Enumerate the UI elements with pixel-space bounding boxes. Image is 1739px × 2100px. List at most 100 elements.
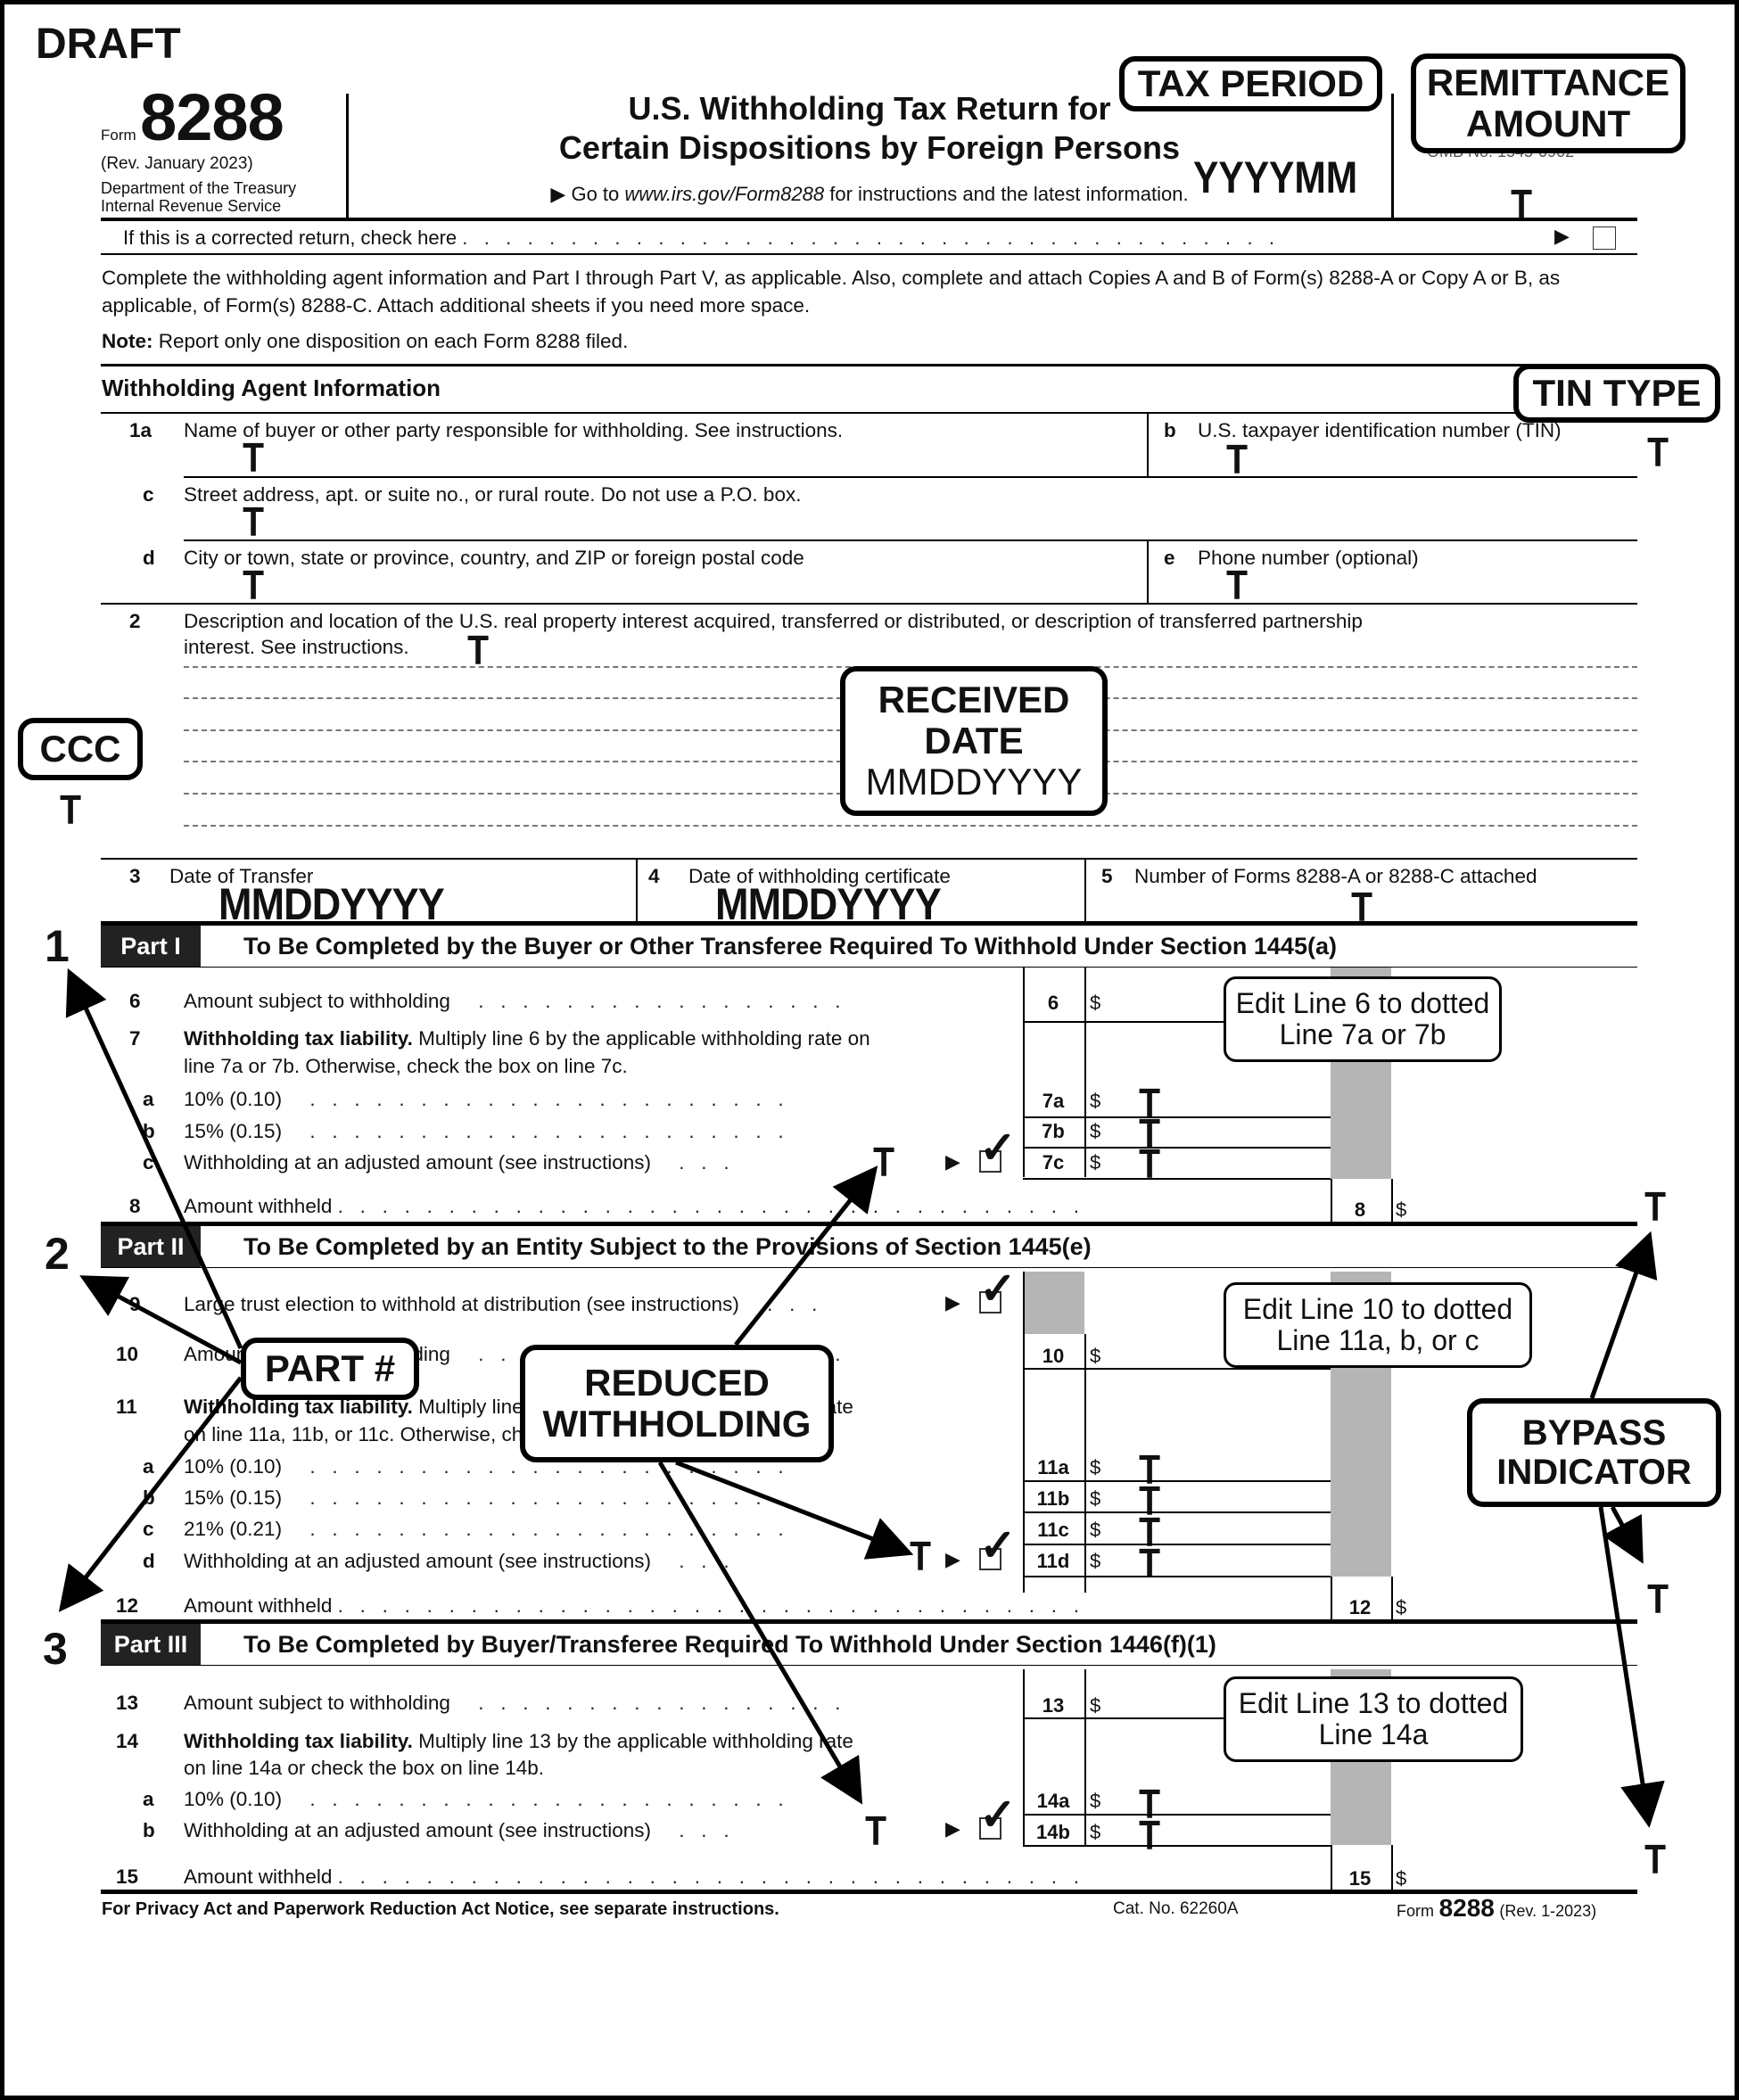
callout-ccc: CCC	[18, 718, 143, 780]
dollar-sign: $	[1090, 1487, 1101, 1510]
field-marker-11d[interactable]: T	[1139, 1543, 1160, 1584]
dollar-sign: $	[1396, 1596, 1407, 1618]
edit13-label-2: Line 14a	[1318, 1718, 1429, 1750]
line-7-label: Withholding tax liability. Multiply line…	[184, 1027, 870, 1050]
line-num-8: 8	[129, 1195, 141, 1217]
field-marker-tin[interactable]: T	[1226, 439, 1248, 480]
edit13-label-1: Edit Line 13 to dotted	[1238, 1686, 1509, 1719]
box-label-14a: 14a	[1036, 1790, 1070, 1812]
field-marker-tin-type[interactable]: T	[1647, 432, 1669, 473]
checkmark-icon: ✓	[979, 1520, 1017, 1570]
rule	[1023, 1480, 1331, 1482]
line-num-4: 4	[648, 865, 660, 887]
line-11c-label: 21% (0.21) . . . . . . . . . . . . . . .…	[184, 1518, 784, 1540]
property-description-label: Description and location of the U.S. rea…	[184, 610, 1363, 632]
arrow-right-icon: ▶	[945, 1548, 960, 1570]
bypass-label-1: BYPASS	[1521, 1413, 1667, 1453]
field-marker-line-8[interactable]: T	[1644, 1186, 1666, 1227]
dollar-sign: $	[1396, 1867, 1407, 1890]
line-11b-label: 15% (0.15) . . . . . . . . . . . . . . .…	[184, 1486, 784, 1509]
shaded-cell	[1023, 1272, 1084, 1334]
arrow-right-icon: ▶	[945, 1291, 960, 1314]
description-line[interactable]	[184, 825, 1637, 827]
edit6-label-1: Edit Line 6 to dotted	[1235, 986, 1490, 1019]
dollar-sign: $	[1396, 1198, 1407, 1221]
footer-form-number: 8288	[1438, 1894, 1495, 1922]
box-label-7b: 7b	[1042, 1120, 1065, 1142]
field-marker-city[interactable]: T	[243, 564, 264, 605]
line-num-12: 12	[116, 1594, 139, 1617]
street-address-label: Street address, apt. or suite no., or ru…	[184, 483, 802, 506]
rule	[1023, 1845, 1331, 1847]
field-marker-line-15[interactable]: T	[1644, 1839, 1666, 1880]
callout-bypass-indicator: BYPASS INDICATOR	[1467, 1398, 1721, 1507]
callout-received-date: RECEIVED DATE MMDDYYYY	[840, 666, 1108, 816]
field-marker-reduced-14b[interactable]: T	[865, 1810, 886, 1851]
remittance-label: REMITTANCE AMOUNT	[1426, 61, 1670, 144]
field-marker-reduced-7c[interactable]: T	[873, 1141, 894, 1182]
reduced-label-2: WITHHOLDING	[542, 1403, 812, 1445]
line-num-2: 2	[129, 610, 141, 632]
field-marker-street[interactable]: T	[243, 501, 264, 542]
field-marker-reduced-11d[interactable]: T	[910, 1536, 931, 1577]
field-marker-description[interactable]: T	[467, 630, 489, 671]
header-divider-left	[346, 94, 349, 218]
callout-edit-line-13: Edit Line 13 to dotted Line 14a	[1224, 1676, 1523, 1762]
line-num-1c: c	[143, 483, 154, 506]
irs-link[interactable]: www.irs.gov/Form8288	[624, 183, 824, 205]
rule	[1023, 1511, 1331, 1513]
dollar-sign: $	[1090, 1821, 1101, 1843]
box-label-8: 8	[1354, 1198, 1366, 1221]
column-rule	[1084, 1669, 1086, 1845]
callout-remittance-amount: REMITTANCE AMOUNT	[1411, 54, 1685, 153]
part-2-title: To Be Completed by an Entity Subject to …	[243, 1233, 1092, 1260]
callout-reduced-withholding: REDUCED WITHHOLDING	[520, 1345, 834, 1462]
part-2-label: Part II	[101, 1226, 201, 1267]
field-marker-buyer-name[interactable]: T	[243, 437, 264, 478]
part-1-title: To Be Completed by the Buyer or Other Tr…	[243, 933, 1337, 959]
footer-rev: (Rev. 1-2023)	[1499, 1902, 1597, 1920]
part-1-header: Part I To Be Completed by the Buyer or O…	[101, 921, 1637, 968]
line-num-11b: b	[143, 1486, 155, 1509]
line-num-7: 7	[129, 1027, 141, 1050]
received-date-format[interactable]: MMDDYYYY	[845, 761, 1102, 803]
field-marker-ccc[interactable]: T	[60, 789, 81, 830]
line-num-7c: c	[143, 1151, 154, 1174]
forms-attached-label: Number of Forms 8288-A or 8288-C attache…	[1134, 865, 1537, 887]
box-label-11d: 11d	[1036, 1550, 1070, 1572]
line-11d-label: Withholding at an adjusted amount (see i…	[184, 1550, 729, 1572]
line-num-11d: d	[143, 1550, 155, 1572]
rule	[101, 253, 1637, 255]
line-num-11a: a	[143, 1455, 154, 1478]
bypass-label-2: INDICATOR	[1496, 1453, 1692, 1492]
field-marker-phone[interactable]: T	[1226, 564, 1248, 605]
corrected-return-checkbox[interactable]	[1593, 226, 1616, 250]
dollar-sign: $	[1090, 992, 1101, 1014]
rule	[1023, 1147, 1331, 1149]
field-marker-remittance[interactable]: T	[1511, 184, 1532, 225]
edit10-label-2: Line 11a, b, or c	[1276, 1324, 1479, 1356]
rule	[184, 476, 1637, 478]
box-label-15: 15	[1348, 1867, 1372, 1890]
line-7b-label: 15% (0.15) . . . . . . . . . . . . . . .…	[184, 1120, 784, 1142]
rule	[1023, 1544, 1331, 1545]
callout-part-number: PART #	[241, 1338, 419, 1400]
line-num-6: 6	[129, 990, 141, 1012]
form-id-block: Form 8288 (Rev. January 2023) Department…	[101, 85, 342, 216]
checkmark-icon: ✓	[979, 1264, 1017, 1314]
dollar-sign: $	[1090, 1456, 1101, 1478]
draft-label: DRAFT	[36, 21, 181, 68]
column-rule	[1391, 1845, 1393, 1890]
tax-period-format[interactable]: YYYYMM	[1193, 152, 1357, 203]
field-marker-14b[interactable]: T	[1139, 1815, 1160, 1856]
column-rule	[1084, 968, 1086, 1177]
line-num-1b: b	[1164, 419, 1176, 441]
arrow-right-icon: ▶	[945, 1817, 960, 1840]
column-rule	[1391, 1577, 1393, 1619]
line-7a-label: 10% (0.10) . . . . . . . . . . . . . . .…	[184, 1088, 784, 1110]
box-label-11a: 11a	[1037, 1456, 1069, 1478]
field-marker-line-12[interactable]: T	[1647, 1578, 1669, 1619]
dollar-sign: $	[1090, 1550, 1101, 1572]
part-2-header: Part II To Be Completed by an Entity Sub…	[101, 1222, 1637, 1268]
line-num-14a: a	[143, 1788, 154, 1810]
